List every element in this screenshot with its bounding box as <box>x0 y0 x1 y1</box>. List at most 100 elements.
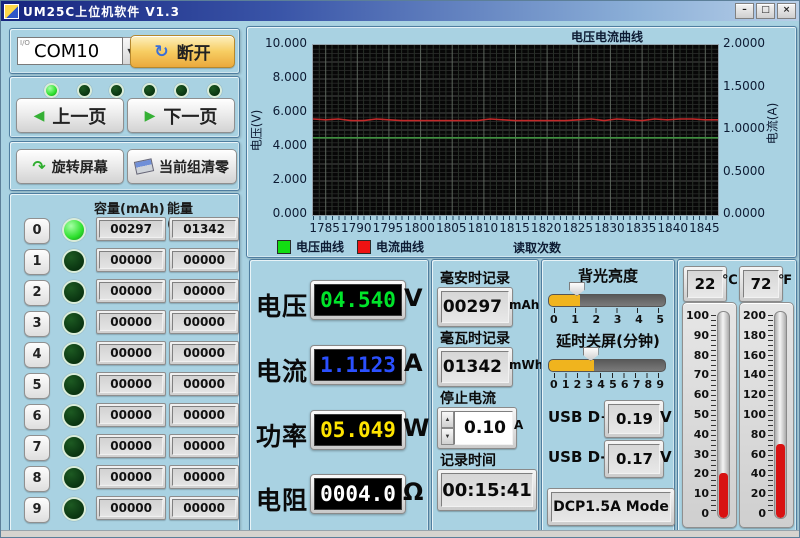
voltage-legend-swatch <box>277 240 291 254</box>
close-button[interactable]: × <box>777 3 796 19</box>
readouts-panel: 电压 04.540 V 电流 1.1123 A 功率 05.049 W 电阻 0… <box>249 259 429 533</box>
minimize-button[interactable]: – <box>735 3 754 19</box>
group-number-button[interactable]: 9 <box>24 497 50 523</box>
celsius-tube <box>717 311 730 519</box>
page-led <box>44 83 59 98</box>
screen-off-fill <box>549 360 594 371</box>
clear-group-button[interactable]: 当前组清零 <box>127 149 237 184</box>
group-number-button[interactable]: 2 <box>24 280 50 306</box>
group-number-button[interactable]: 3 <box>24 311 50 337</box>
prev-page-button[interactable]: ◀ 上一页 <box>16 98 124 133</box>
maximize-button[interactable]: □ <box>756 3 775 19</box>
chart-plot-area <box>312 44 719 216</box>
thermometer-scale-label: 80 <box>740 430 766 440</box>
mah-unit: mAh <box>509 298 539 312</box>
usb-dminus-frame: 0.17 <box>604 440 664 478</box>
capacity-value: 00000 <box>99 437 163 455</box>
next-page-button[interactable]: ▶ 下一页 <box>127 98 235 133</box>
capacity-value: 00000 <box>99 468 163 486</box>
group-number-button[interactable]: 1 <box>24 249 50 275</box>
capacity-frame: 00000 <box>96 465 166 489</box>
refresh-icon: ↻ <box>154 42 168 62</box>
stop-current-spinner: ▲ ▼ <box>441 411 454 445</box>
capacity-value: 00000 <box>99 406 163 424</box>
screen-off-groove[interactable] <box>548 359 666 372</box>
stop-current-value[interactable]: 0.10 <box>454 411 513 445</box>
voltage-label: 电压 <box>256 287 308 323</box>
thermometer-scale-label: 90 <box>683 331 709 341</box>
x-tick-label: 1840 <box>655 221 691 235</box>
actions-panel: ↷ 旋转屏幕 当前组清零 <box>9 141 240 191</box>
celsius-value: 22 <box>687 270 723 298</box>
capacity-frame: 00000 <box>96 372 166 396</box>
spinner-up-button[interactable]: ▲ <box>441 411 454 428</box>
backlight-groove[interactable] <box>548 294 666 307</box>
thermometer-scale-label: 10 <box>683 489 709 499</box>
slider-tick-number: 2 <box>593 313 601 326</box>
group-number-button[interactable]: 5 <box>24 373 50 399</box>
next-page-label: 下一页 <box>163 103 217 129</box>
capacity-header: 容量(mAh) <box>94 198 165 217</box>
power-label: 功率 <box>256 417 308 453</box>
celsius-scale: 1009080706050403020100 <box>683 311 709 519</box>
mwh-value: 01342 <box>441 351 509 383</box>
screen-off-tick-numbers: 0123456789 <box>550 378 664 391</box>
group-number-button[interactable]: 6 <box>24 404 50 430</box>
group-led <box>62 497 86 521</box>
x-tick-label: 1845 <box>686 221 722 235</box>
resistance-label: 电阻 <box>256 481 308 517</box>
group-row: 10000000000 <box>10 247 239 275</box>
io-icon: I/O <box>20 40 30 47</box>
disconnect-button[interactable]: ↻ 断开 <box>130 35 235 68</box>
energy-frame: 00000 <box>169 310 239 334</box>
rotate-screen-button[interactable]: ↷ 旋转屏幕 <box>16 149 124 184</box>
legend-voltage: 电压曲线 <box>277 238 344 255</box>
capacity-value: 00000 <box>99 499 163 517</box>
power-display-frame: 05.049 <box>310 410 406 450</box>
capacity-value: 00000 <box>99 344 163 362</box>
capacity-value: 00000 <box>99 313 163 331</box>
screen-off-slider[interactable]: 0123456789 <box>548 347 666 391</box>
group-number-button[interactable]: 0 <box>24 218 50 244</box>
fahrenheit-unit: ℉ <box>778 273 792 288</box>
group-led <box>62 280 86 304</box>
power-unit: W <box>403 414 429 442</box>
left-tick-label: 2.000 <box>261 172 307 186</box>
slider-tick-number: 4 <box>635 313 643 326</box>
capacity-frame: 00000 <box>96 279 166 303</box>
current-unit: A <box>404 349 423 377</box>
com-port-combobox[interactable]: I/O COM10 ▼ <box>17 37 139 65</box>
fahrenheit-mercury <box>776 444 785 518</box>
group-number-button[interactable]: 4 <box>24 342 50 368</box>
clear-group-label: 当前组清零 <box>159 157 229 177</box>
group-number-button[interactable]: 7 <box>24 435 50 461</box>
arrow-left-icon: ◀ <box>34 108 45 124</box>
spinner-down-button[interactable]: ▼ <box>441 428 454 445</box>
x-tick-label: 1825 <box>560 221 596 235</box>
group-led <box>62 435 86 459</box>
energy-frame: 00000 <box>169 341 239 365</box>
right-tick-label: 1.0000 <box>723 121 773 135</box>
disconnect-label: 断开 <box>177 39 211 64</box>
resistance-display: 0004.0 <box>314 478 402 510</box>
usb-dminus-unit: V <box>660 448 672 466</box>
thermometer-scale-label: 60 <box>740 450 766 460</box>
com-port-value[interactable]: I/O COM10 <box>17 37 123 65</box>
group-row: 50000000000 <box>10 371 239 399</box>
group-number-button[interactable]: 8 <box>24 466 50 492</box>
capacity-value: 00000 <box>99 251 163 269</box>
current-legend-swatch <box>357 240 371 254</box>
mwh-frame: 01342 <box>437 347 513 387</box>
backlight-slider[interactable]: 012345 <box>548 282 666 326</box>
group-row: 2 0000000000 <box>10 278 239 306</box>
thermometer-scale-label: 140 <box>740 370 766 380</box>
celsius-thermometer: 1009080706050403020100 <box>682 302 737 528</box>
page-led <box>142 83 157 98</box>
settings-panel: 背光亮度 012345 延时关屏(分钟) 0123456789 USB D+ 0… <box>541 259 675 533</box>
energy-frame: 00000 <box>169 403 239 427</box>
slider-tick-number: 1 <box>571 313 579 326</box>
energy-frame: 00000 <box>169 279 239 303</box>
energy-value: 00000 <box>172 437 236 455</box>
slider-tick-number: 0 <box>550 313 558 326</box>
x-tick-label: 1810 <box>465 221 501 235</box>
